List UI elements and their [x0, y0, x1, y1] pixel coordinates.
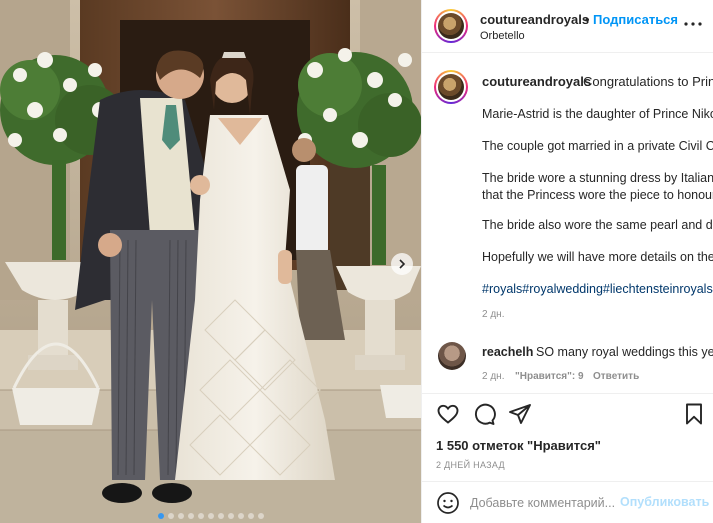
- caption-author-avatar[interactable]: [434, 70, 468, 104]
- caption-paragraph: that the Princess wore the piece to hono…: [482, 188, 713, 202]
- carousel-dot: [227, 513, 234, 519]
- comment-likes[interactable]: "Нравится": 9: [515, 371, 584, 382]
- author-username[interactable]: coutureandroyals: [480, 12, 589, 27]
- heart-icon[interactable]: [436, 402, 460, 426]
- comment-username[interactable]: reachelh: [482, 345, 533, 359]
- caption-username[interactable]: coutureandroyals: [482, 74, 591, 89]
- wedding-photo-illustration: [0, 0, 421, 523]
- caption-paragraph: Marie-Astrid is the daughter of Prince N…: [482, 107, 713, 121]
- more-horizontal-icon: [684, 22, 702, 26]
- follow-button[interactable]: Подписаться: [593, 12, 678, 27]
- share-icon[interactable]: [508, 402, 532, 426]
- carousel-dot: [207, 513, 214, 519]
- carousel-dot: [187, 513, 194, 519]
- post-photo[interactable]: [0, 0, 421, 523]
- chevron-right-icon: [399, 259, 406, 269]
- comment-text: SO many royal weddings this yea: [536, 345, 713, 359]
- carousel-dot: [157, 513, 164, 519]
- caption-paragraph: The couple got married in a private Civi…: [482, 139, 713, 153]
- publish-button[interactable]: Опубликовать: [620, 495, 709, 509]
- comment-icon[interactable]: [472, 402, 496, 426]
- post-date[interactable]: 2 ДНЕЙ НАЗАД: [436, 460, 505, 470]
- carousel-next-button[interactable]: [391, 253, 413, 275]
- caption-age[interactable]: 2 дн.: [482, 309, 504, 320]
- comment-age[interactable]: 2 дн.: [482, 371, 504, 382]
- author-avatar[interactable]: [434, 9, 468, 43]
- header-separator: •: [585, 12, 590, 27]
- carousel-dot: [217, 513, 224, 519]
- post-header: coutureandroyals • Подписаться Orbetello: [422, 0, 713, 53]
- comment-input[interactable]: [470, 494, 620, 512]
- post-details-panel: coutureandroyals • Подписаться Orbetello…: [421, 0, 713, 523]
- like-count[interactable]: 1 550 отметок "Нравится": [436, 438, 601, 453]
- caption-hashtags[interactable]: #royals#royalwedding#liechtensteinroyals…: [482, 282, 713, 296]
- caption-paragraph: The bride wore a stunning dress by Itali…: [482, 171, 713, 185]
- post-location[interactable]: Orbetello: [480, 30, 525, 42]
- carousel-dot: [247, 513, 254, 519]
- carousel-indicator: [0, 513, 421, 519]
- bookmark-icon[interactable]: [682, 402, 706, 426]
- post-actions: [422, 393, 713, 431]
- comment-composer: Опубликовать: [422, 481, 713, 523]
- more-options-button[interactable]: [684, 15, 702, 33]
- carousel-dot: [177, 513, 184, 519]
- caption-paragraph: The bride also wore the same pearl and d…: [482, 218, 713, 232]
- carousel-dot: [237, 513, 244, 519]
- carousel-dot: [257, 513, 264, 519]
- caption-paragraph: Hopefully we will have more details on t…: [482, 250, 713, 264]
- carousel-dot: [167, 513, 174, 519]
- caption-text: Congratulations to Princ: [583, 74, 713, 89]
- commenter-avatar[interactable]: [438, 342, 466, 370]
- comments-list[interactable]: coutureandroyals Congratulations to Prin…: [422, 53, 713, 393]
- comment-reply-button[interactable]: Ответить: [593, 371, 639, 382]
- emoji-icon[interactable]: [436, 491, 460, 515]
- carousel-dot: [197, 513, 204, 519]
